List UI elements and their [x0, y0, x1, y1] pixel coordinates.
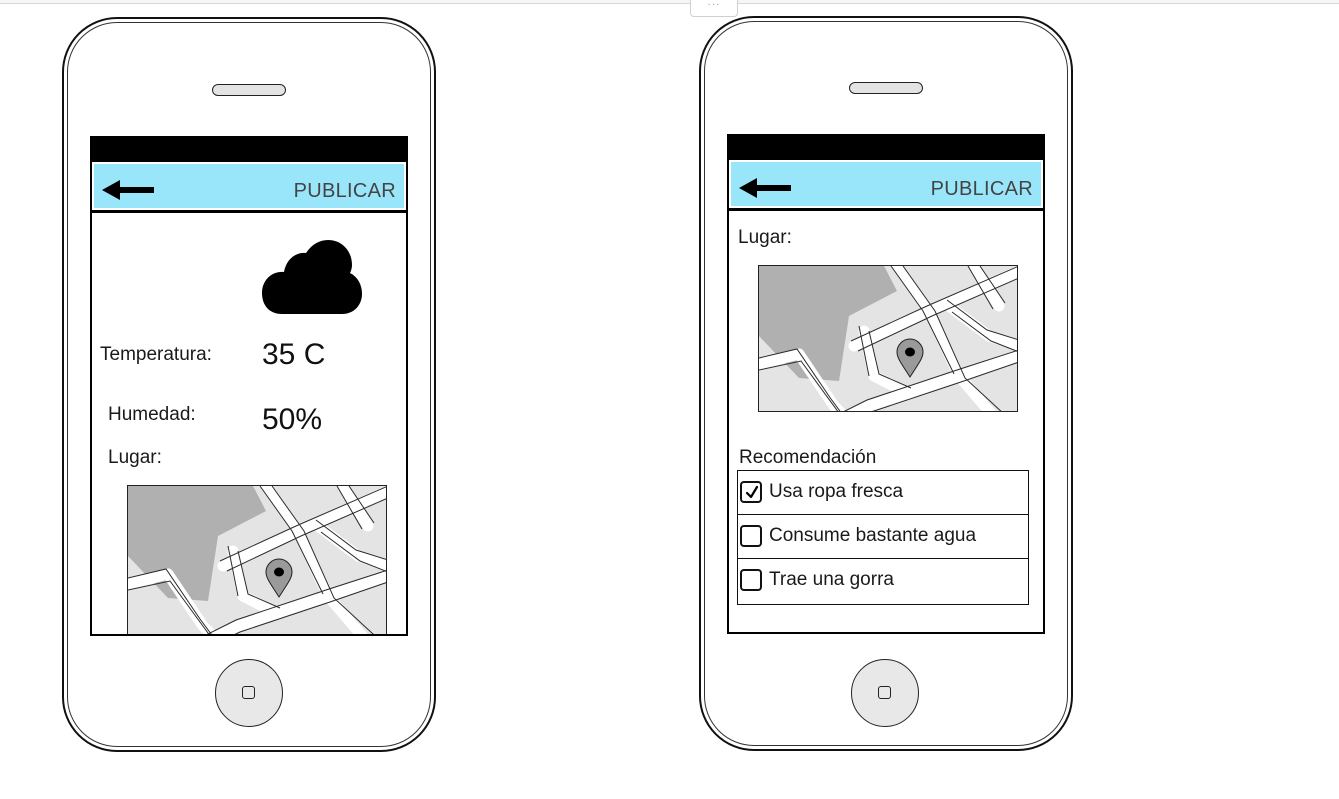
recommendation-item[interactable]: Trae una gorra	[738, 559, 1028, 603]
canvas-top-bar	[0, 0, 1339, 4]
recommendation-item-text: Trae una gorra	[769, 569, 894, 590]
home-button[interactable]	[851, 659, 919, 727]
humidity-value: 50%	[262, 403, 323, 436]
canvas-drag-handle[interactable]: ···	[690, 0, 738, 17]
location-map[interactable]	[758, 265, 1018, 412]
map-graphic	[128, 486, 386, 634]
recommendation-item-text: Consume bastante agua	[769, 525, 977, 546]
home-button-square-icon	[242, 686, 255, 699]
toolbar-divider	[92, 210, 406, 213]
place-label: Lugar:	[738, 227, 792, 248]
location-map[interactable]	[127, 485, 387, 634]
app-toolbar: PUBLICAR	[92, 162, 406, 210]
phone-mockup-recommendation: PUBLICAR Lugar: Recomendación Usa ropa f…	[699, 16, 1073, 751]
recommendation-label: Recomendación	[739, 447, 877, 468]
phone-speaker	[849, 82, 923, 94]
recommendation-item-text: Usa ropa fresca	[769, 481, 904, 502]
arrow-left-icon[interactable]	[100, 178, 156, 202]
checkbox-unchecked[interactable]	[740, 569, 762, 591]
humidity-label: Humedad:	[108, 404, 196, 425]
checkbox-unchecked[interactable]	[740, 525, 762, 547]
phone-speaker	[212, 84, 286, 96]
screen-weather: PUBLICAR Temperatura: 35 C Humedad: 50% …	[90, 136, 408, 636]
checkbox-checked[interactable]	[740, 481, 762, 503]
status-bar	[729, 136, 1043, 160]
cloud-icon	[262, 240, 362, 314]
publish-button[interactable]: PUBLICAR	[294, 180, 396, 203]
app-toolbar: PUBLICAR	[729, 160, 1043, 208]
publish-button[interactable]: PUBLICAR	[931, 178, 1033, 201]
place-label: Lugar:	[108, 447, 162, 468]
toolbar-divider	[729, 208, 1043, 211]
phone-mockup-weather: PUBLICAR Temperatura: 35 C Humedad: 50% …	[62, 17, 436, 752]
screen-recommendation: PUBLICAR Lugar: Recomendación Usa ropa f…	[727, 134, 1045, 634]
temperature-label: Temperatura:	[100, 344, 212, 365]
check-icon	[745, 485, 759, 499]
map-graphic	[759, 266, 1017, 411]
status-bar	[92, 138, 406, 162]
arrow-left-icon[interactable]	[737, 176, 793, 200]
recommendation-item[interactable]: Consume bastante agua	[738, 515, 1028, 559]
home-button[interactable]	[215, 659, 283, 727]
recommendation-item[interactable]: Usa ropa fresca	[738, 471, 1028, 515]
recommendation-list: Usa ropa fresca Consume bastante agua Tr…	[737, 470, 1029, 605]
temperature-value: 35 C	[262, 338, 326, 371]
home-button-square-icon	[878, 686, 891, 699]
